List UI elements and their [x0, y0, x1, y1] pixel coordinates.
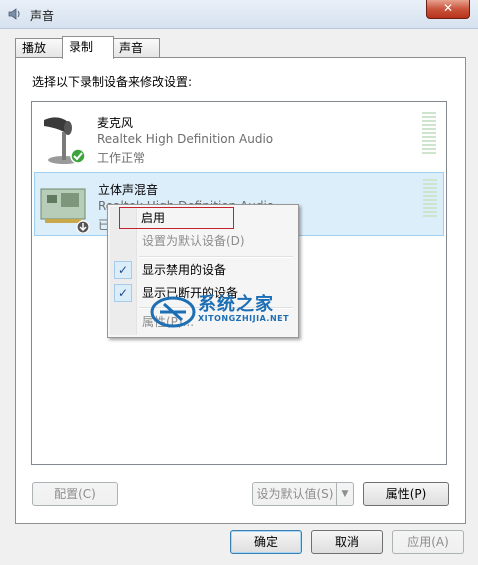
window-title: 声音 [30, 9, 55, 23]
microphone-icon [44, 117, 86, 164]
tab-playback[interactable]: 播放 [15, 38, 63, 58]
set-default-button[interactable]: 设为默认值(S) ▼ [252, 482, 354, 506]
title-bar: 声音 ✕ [0, 0, 478, 29]
tab-sounds[interactable]: 声音 [112, 38, 160, 58]
checkmark-icon: ✓ [114, 284, 132, 302]
menu-separator [139, 256, 293, 258]
chevron-down-icon[interactable]: ▼ [336, 483, 353, 505]
configure-button[interactable]: 配置(C) [32, 482, 118, 506]
device-status: 工作正常 [97, 151, 146, 165]
watermark: 系统之家 XITONGZHIJIA.NET [150, 290, 295, 332]
set-default-label: 设为默认值(S) [256, 487, 334, 501]
level-meter [422, 112, 436, 156]
speaker-icon [8, 8, 20, 20]
menu-item-enable[interactable]: 启用 [119, 207, 234, 229]
tab-recording[interactable]: 录制 [62, 36, 114, 59]
watermark-text: 系统之家 [198, 294, 274, 315]
sound-card-icon [40, 188, 90, 233]
device-name: 立体声混音 [98, 183, 159, 197]
apply-button[interactable]: 应用(A) [392, 530, 464, 554]
properties-button[interactable]: 属性(P) [363, 482, 449, 506]
watermark-logo-icon [150, 296, 196, 328]
close-button[interactable]: ✕ [426, 0, 470, 19]
checkmark-icon: ✓ [114, 261, 132, 279]
level-meter [423, 179, 437, 223]
watermark-subtext: XITONGZHIJIA.NET [198, 314, 290, 323]
device-item-microphone[interactable]: 麦克风 Realtek High Definition Audio 工作正常 [34, 106, 442, 168]
menu-item-set-default[interactable]: 设置为默认设备(D) [111, 230, 295, 252]
ok-button[interactable]: 确定 [230, 530, 302, 554]
device-name: 麦克风 [97, 116, 134, 130]
device-driver: Realtek High Definition Audio [97, 132, 274, 146]
menu-item-show-disabled[interactable]: ✓ 显示禁用的设备 [111, 259, 295, 281]
instruction-text: 选择以下录制设备来修改设置: [32, 75, 193, 89]
cancel-button[interactable]: 取消 [311, 530, 383, 554]
